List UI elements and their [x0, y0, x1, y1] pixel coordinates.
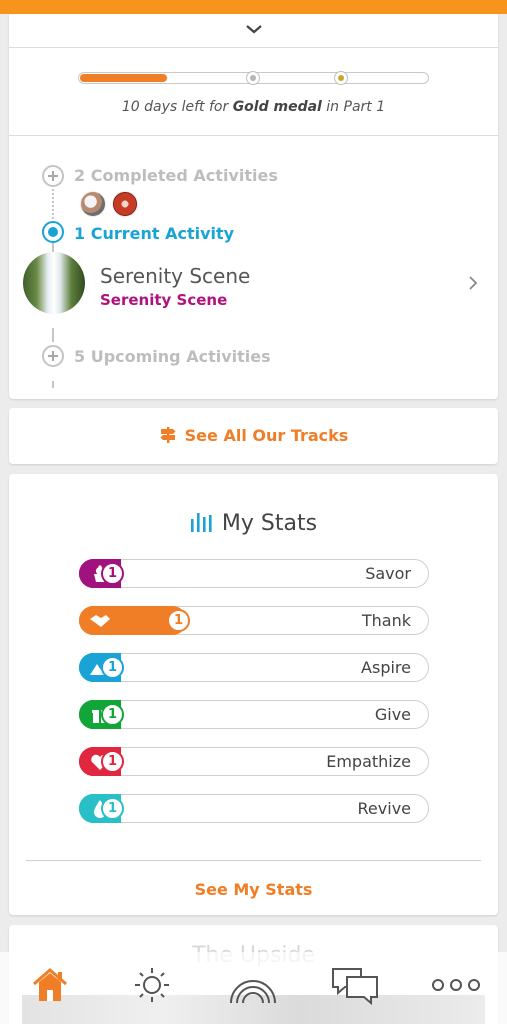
stat-label: Savor — [365, 564, 411, 583]
stat-row-revive[interactable]: 1 Revive — [79, 794, 429, 823]
stat-label: Thank — [361, 611, 411, 630]
stat-row-empathize[interactable]: 1 Empathize — [79, 747, 429, 776]
divider — [26, 860, 481, 861]
stat-label: Give — [374, 705, 411, 724]
expand-upcoming-icon[interactable] — [42, 345, 64, 367]
current-activity-marker-icon — [42, 221, 64, 243]
completed-activities-label[interactable]: 2 Completed Activities — [74, 166, 278, 185]
nav-community[interactable] — [327, 962, 383, 1008]
stat-row-aspire[interactable]: 1 Aspire — [79, 653, 429, 682]
stat-label: Revive — [357, 799, 411, 818]
nav-daily[interactable] — [124, 962, 180, 1008]
home-icon — [33, 968, 67, 1001]
signpost-icon — [160, 427, 176, 443]
rainbow-icon — [230, 980, 276, 1004]
stat-row-give[interactable]: 1 Give — [79, 700, 429, 729]
bar-chart-icon — [190, 513, 212, 532]
completed-activity-avatar[interactable] — [112, 191, 138, 217]
stats-title: My Stats — [9, 511, 498, 536]
medal-progress-bar — [78, 71, 429, 85]
progress-fill — [80, 74, 167, 82]
silver-medal-marker — [246, 71, 260, 85]
bottom-navigation — [0, 952, 507, 1024]
my-stats-card: My Stats 1 Savor 1 Thank 1 Aspire 1 Give 1 Empath… — [9, 474, 498, 915]
stat-row-savor[interactable]: 1 Savor — [79, 559, 429, 588]
current-track-card: 10 days left for Gold medal in Part 1 2 … — [9, 14, 498, 399]
stat-row-thank[interactable]: 1 Thank — [79, 606, 429, 635]
more-icon — [432, 979, 480, 991]
divider — [9, 135, 498, 136]
stat-label: Aspire — [361, 658, 411, 677]
see-all-tracks-label: See All Our Tracks — [184, 426, 349, 445]
activity-thumbnail — [23, 252, 85, 314]
stat-count-badge: 1 — [167, 609, 190, 632]
gold-medal-marker — [334, 71, 348, 85]
days-left-text: 10 days left for Gold medal in Part 1 — [121, 99, 386, 115]
chevron-down-icon[interactable] — [244, 20, 264, 38]
stat-count-badge: 1 — [101, 562, 124, 585]
expand-completed-icon[interactable] — [42, 165, 64, 187]
stat-count-badge: 1 — [101, 656, 124, 679]
upcoming-activities-label[interactable]: 5 Upcoming Activities — [74, 347, 271, 366]
activity-title: Serenity Scene — [100, 264, 251, 288]
stat-count-badge: 1 — [101, 797, 124, 820]
top-accent-bar — [0, 0, 507, 14]
chat-icon — [332, 968, 378, 1005]
stat-label: Empathize — [326, 752, 411, 771]
divider — [9, 47, 498, 48]
see-my-stats-link[interactable]: See My Stats — [9, 880, 498, 899]
thank-icon — [79, 606, 121, 635]
activity-subtitle: Serenity Scene — [100, 291, 228, 309]
see-all-tracks-button[interactable]: See All Our Tracks — [9, 408, 498, 464]
nav-home[interactable] — [22, 962, 78, 1008]
completed-activity-avatar[interactable] — [80, 191, 106, 217]
current-activity-row[interactable]: Serenity Scene Serenity Scene — [23, 252, 483, 316]
chevron-right-icon — [469, 276, 478, 290]
stat-count-badge: 1 — [101, 750, 124, 773]
sun-icon — [135, 968, 169, 1002]
nav-more[interactable] — [428, 962, 484, 1008]
nav-upside[interactable] — [225, 962, 281, 1008]
timeline-connector — [52, 381, 54, 388]
timeline-connector — [52, 328, 54, 342]
stat-count-badge: 1 — [101, 703, 124, 726]
current-activity-label: 1 Current Activity — [74, 224, 235, 243]
